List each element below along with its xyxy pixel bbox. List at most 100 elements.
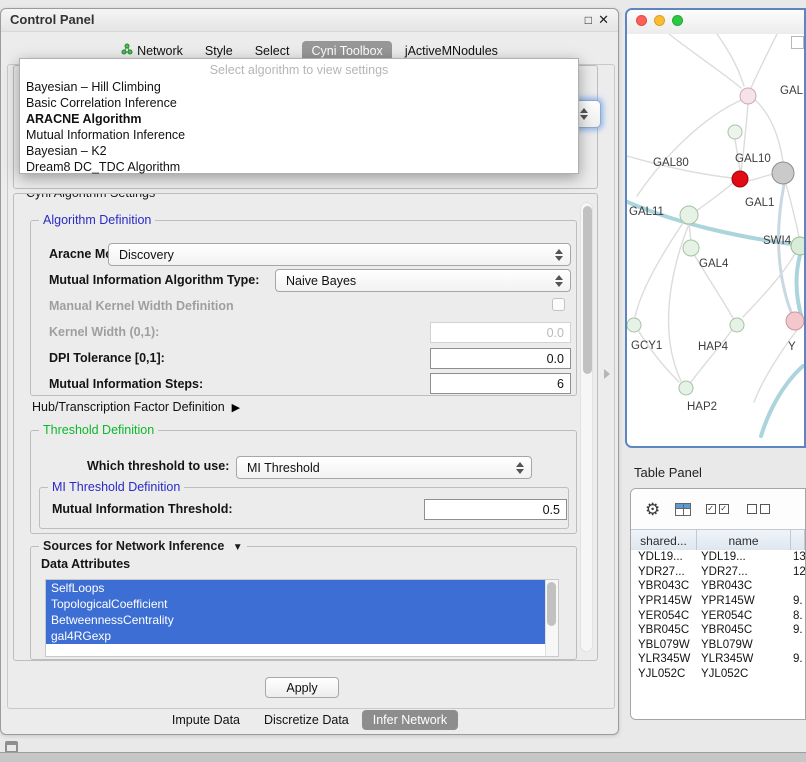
kernel-width-field[interactable]: 0.0 — [430, 322, 571, 343]
network-node[interactable] — [627, 318, 641, 332]
which-threshold-combo[interactable]: MI Threshold — [236, 456, 532, 479]
network-scrollbar-stub[interactable] — [791, 36, 804, 49]
table-row[interactable]: YBL079WYBL079W — [631, 638, 805, 653]
settings-scrollbar[interactable] — [580, 202, 593, 652]
mi-type-combo[interactable]: Naive Bayes — [275, 269, 571, 292]
bottom-tab-infer-network[interactable]: Infer Network — [362, 710, 458, 730]
node-label: HAP4 — [698, 341, 729, 353]
table-cell: YBR045C — [697, 624, 791, 636]
table-panel-title: Table Panel — [634, 465, 702, 480]
apply-button[interactable]: Apply — [265, 677, 339, 698]
screen: Control Panel □ ✕ NetworkStyleSelectCyni… — [0, 0, 806, 762]
which-threshold-value: MI Threshold — [247, 461, 320, 475]
attribute-item[interactable]: BetweennessCentrality — [46, 612, 545, 628]
dpi-tolerance-field[interactable]: 0.0 — [430, 348, 571, 369]
table-cell: YBR045C — [631, 624, 697, 636]
table-panel-window: ⚙ shared...name YDL19...YDL19...13YDR27.… — [630, 488, 806, 720]
tab-label: Select — [255, 44, 290, 58]
table-row[interactable]: YER054CYER054C8. — [631, 608, 805, 623]
kernel-width-label: Kernel Width (0,1): — [49, 325, 159, 339]
threshold-definition-group: Threshold Definition Which threshold to … — [30, 430, 577, 534]
table-row[interactable]: YBR043CYBR043C — [631, 579, 805, 594]
mi-steps-field[interactable]: 6 — [430, 373, 571, 394]
network-node[interactable] — [728, 125, 742, 139]
network-canvas[interactable]: GALGAL80GAL10GAL11GAL1SWI4GAL4GCY1HAP4YH… — [627, 34, 804, 446]
network-edge[interactable] — [669, 34, 741, 88]
network-node[interactable] — [740, 88, 756, 104]
popup-item[interactable]: Bayesian – K2 — [20, 143, 578, 159]
cyni-algorithm-settings-group: Cyni Algorithm Settings Algorithm Defini… — [13, 193, 598, 661]
table-row[interactable]: YLR345WYLR345W9. — [631, 652, 805, 667]
network-node[interactable] — [772, 162, 794, 184]
network-edge[interactable] — [689, 224, 691, 241]
table-row[interactable]: YDL19...YDL19...13 — [631, 550, 805, 565]
popup-item[interactable]: Bayesian – Hill Climbing — [20, 79, 578, 95]
network-edge[interactable] — [635, 223, 683, 317]
table-cell: YDL19... — [697, 551, 791, 563]
column-selector-icon[interactable] — [675, 503, 691, 516]
table-cell: YBR043C — [697, 580, 791, 592]
control-panel-titlebar[interactable]: Control Panel □ ✕ — [1, 9, 618, 32]
network-node[interactable] — [786, 312, 804, 330]
attribute-item[interactable]: SelfLoops — [46, 580, 545, 596]
restore-icon[interactable]: □ — [585, 13, 592, 27]
manual-kernel-checkbox[interactable] — [552, 298, 565, 311]
table-cell: YPR145W — [697, 595, 791, 607]
network-node[interactable] — [679, 381, 693, 395]
network-node[interactable] — [683, 240, 699, 256]
network-view-window: GALGAL80GAL10GAL11GAL1SWI4GAL4GCY1HAP4YH… — [625, 8, 806, 448]
popup-item[interactable]: ARACNE Algorithm — [20, 111, 578, 127]
popup-item[interactable]: Basic Correlation Inference — [20, 95, 578, 111]
bottom-tab-discretize-data[interactable]: Discretize Data — [253, 710, 360, 730]
table-cell: YLR345W — [631, 653, 697, 665]
network-node[interactable] — [730, 318, 744, 332]
column-header[interactable]: name — [697, 530, 791, 551]
network-edge[interactable] — [786, 184, 799, 237]
table-row[interactable]: YPR145WYPR145W9. — [631, 594, 805, 609]
hub-section-toggle[interactable]: Hub/Transcription Factor Definition ▶ — [32, 400, 240, 414]
network-edge[interactable] — [717, 34, 744, 86]
close-light[interactable] — [636, 15, 647, 26]
network-edge[interactable] — [748, 174, 773, 181]
gear-icon[interactable]: ⚙ — [645, 501, 660, 518]
column-header[interactable] — [791, 530, 805, 551]
network-node[interactable] — [732, 171, 748, 187]
attributes-scrollbar-thumb[interactable] — [547, 582, 556, 626]
splitter-collapse-arrow[interactable] — [604, 369, 610, 379]
aracne-mode-combo[interactable]: Discovery — [108, 243, 571, 266]
table-row[interactable]: YBR045CYBR045C9. — [631, 623, 805, 638]
data-attributes-list[interactable]: SelfLoopsTopologicalCoefficientBetweenne… — [45, 579, 559, 657]
clear-selection-icon[interactable] — [747, 504, 773, 514]
network-edge[interactable] — [743, 254, 795, 317]
mi-steps-label: Mutual Information Steps: — [49, 377, 203, 391]
network-edge[interactable] — [779, 185, 791, 312]
network-edge[interactable] — [691, 330, 732, 382]
dpi-tolerance-label: DPI Tolerance [0,1]: — [49, 351, 165, 365]
bottom-tab-impute-data[interactable]: Impute Data — [161, 710, 251, 730]
table-row[interactable]: YDR27...YDR27...12 — [631, 565, 805, 580]
network-edge[interactable] — [637, 98, 746, 196]
network-edge[interactable] — [751, 34, 777, 88]
attribute-item[interactable]: TopologicalCoefficient — [46, 596, 545, 612]
zoom-light[interactable] — [672, 15, 683, 26]
network-edge[interactable] — [696, 183, 733, 211]
mi-threshold-definition-title: MI Threshold Definition — [48, 480, 184, 494]
column-header[interactable]: shared... — [631, 530, 697, 551]
minimize-light[interactable] — [654, 15, 665, 26]
mi-threshold-field[interactable]: 0.5 — [424, 499, 567, 520]
table-row[interactable]: YJL052CYJL052C — [631, 667, 805, 682]
node-label: GCY1 — [631, 340, 662, 352]
settings-scrollbar-thumb[interactable] — [583, 206, 592, 374]
popup-item[interactable]: Dream8 DC_TDC Algorithm — [20, 159, 578, 175]
network-node[interactable] — [680, 206, 698, 224]
sources-title[interactable]: Sources for Network Inference ▼ — [39, 539, 247, 553]
network-view-titlebar[interactable] — [627, 10, 804, 35]
attribute-item[interactable]: gal4RGexp — [46, 628, 545, 644]
network-edge[interactable] — [761, 366, 803, 436]
close-icon[interactable]: ✕ — [598, 12, 609, 28]
attributes-scrollbar[interactable] — [545, 580, 558, 656]
select-all-icon[interactable] — [706, 504, 732, 514]
node-label: GAL — [780, 85, 804, 97]
popup-item[interactable]: Mutual Information Inference — [20, 127, 578, 143]
network-node[interactable] — [791, 237, 804, 255]
